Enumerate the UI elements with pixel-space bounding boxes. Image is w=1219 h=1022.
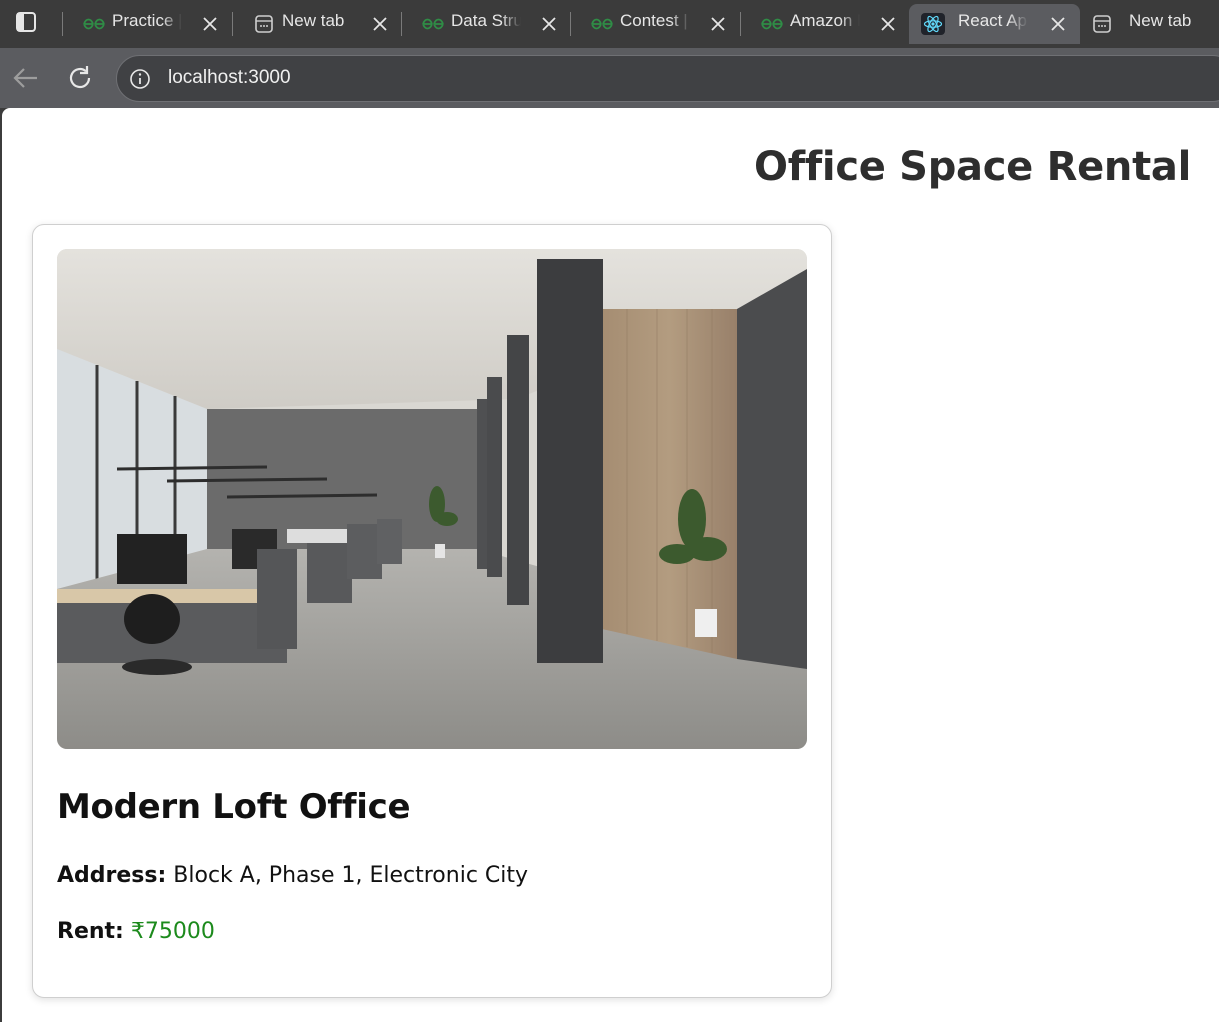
tab-strip: Practice | GeeksforGeeks New tab Data St… — [0, 0, 1219, 48]
tab-title: Amazon Mock — [790, 11, 860, 30]
close-icon[interactable] — [878, 14, 898, 34]
browser-toolbar: localhost:3000 — [0, 48, 1219, 108]
tab-separator — [62, 12, 63, 36]
tab-contest[interactable]: Contest | GeeksforGeeks — [570, 4, 740, 44]
office-rent: Rent: ₹75000 — [57, 919, 215, 944]
gfg-icon — [421, 13, 445, 35]
close-icon[interactable] — [200, 14, 220, 34]
gfg-icon — [82, 13, 106, 35]
tab-separator — [232, 12, 233, 36]
tab-title: Data Structures — [451, 11, 521, 30]
tab-separator — [401, 12, 402, 36]
tab-title: New tab — [1129, 11, 1192, 30]
tab-title: New tab — [282, 11, 345, 30]
gfg-icon — [590, 13, 614, 35]
new-tab-icon — [252, 13, 276, 35]
tab-title: React App — [958, 11, 1028, 30]
reload-icon[interactable] — [64, 62, 96, 94]
rent-label: Rent: — [57, 919, 124, 944]
new-tab-icon — [1090, 13, 1114, 35]
address-value: Block A, Phase 1, Electronic City — [173, 863, 529, 888]
rent-value: ₹75000 — [130, 919, 215, 944]
tab-amazon[interactable]: Amazon Mock — [740, 4, 910, 44]
tab-react-app[interactable]: React App — [909, 4, 1080, 44]
tab-practice[interactable]: Practice | GeeksforGeeks — [62, 4, 232, 44]
office-card: Modern Loft Office Address: Block A, Pha… — [32, 224, 832, 998]
office-address: Address: Block A, Phase 1, Electronic Ci… — [57, 863, 528, 888]
tab-separator — [570, 12, 571, 36]
url-text[interactable]: localhost:3000 — [168, 67, 291, 89]
tab-separator — [740, 12, 741, 36]
address-label: Address: — [57, 863, 167, 888]
office-image — [57, 249, 807, 749]
close-icon[interactable] — [708, 14, 728, 34]
tab-actions-icon[interactable] — [12, 8, 40, 36]
address-bar[interactable]: localhost:3000 — [116, 55, 1219, 102]
tab-new-tab-2[interactable]: New tab — [1080, 4, 1219, 44]
page-title: Office Space Rental — [754, 144, 1192, 190]
page-viewport: Office Space Rental Modern Loft Office A… — [2, 108, 1219, 1022]
tab-title: Practice | GeeksforGeeks — [112, 11, 182, 30]
tab-data-structures[interactable]: Data Structures — [401, 4, 571, 44]
office-name: Modern Loft Office — [57, 787, 411, 827]
close-icon[interactable] — [539, 14, 559, 34]
tab-new-tab[interactable]: New tab — [232, 4, 402, 44]
close-icon[interactable] — [370, 14, 390, 34]
tab-title: Contest | GeeksforGeeks — [620, 11, 690, 30]
close-icon[interactable] — [1048, 14, 1068, 34]
back-icon[interactable] — [10, 62, 42, 94]
gfg-icon — [760, 13, 784, 35]
site-info-icon[interactable] — [127, 66, 153, 92]
react-icon — [921, 13, 945, 35]
